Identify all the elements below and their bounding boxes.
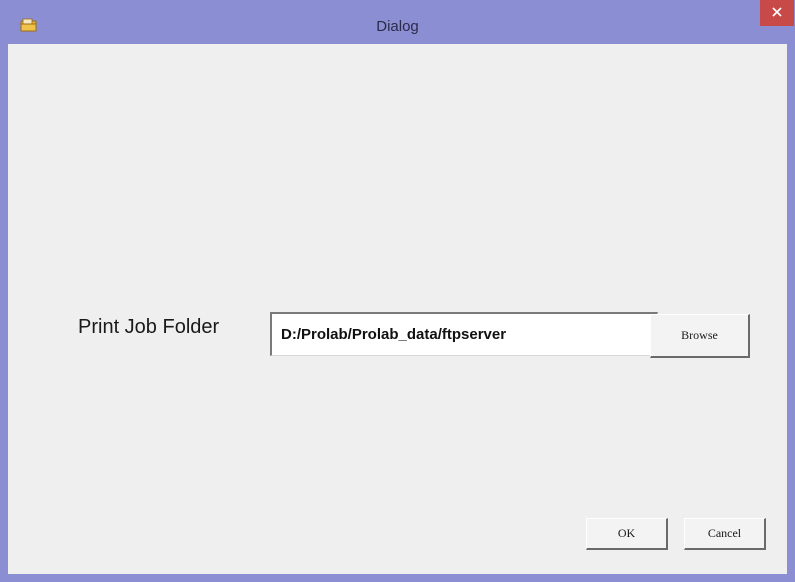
close-icon (772, 4, 782, 22)
title-bar[interactable]: Dialog (0, 0, 795, 44)
window-title: Dialog (376, 18, 419, 35)
browse-button[interactable]: Browse (650, 314, 750, 358)
print-job-folder-label: Print Job Folder (78, 316, 220, 338)
ok-button[interactable]: OK (586, 518, 668, 550)
close-button[interactable] (760, 0, 794, 26)
dialog-window: Dialog Print Job Folder Browse OK Cancel (0, 0, 795, 582)
print-job-folder-input[interactable] (270, 312, 658, 356)
dialog-body: Print Job Folder Browse OK Cancel (8, 44, 787, 574)
cancel-button[interactable]: Cancel (684, 518, 766, 550)
